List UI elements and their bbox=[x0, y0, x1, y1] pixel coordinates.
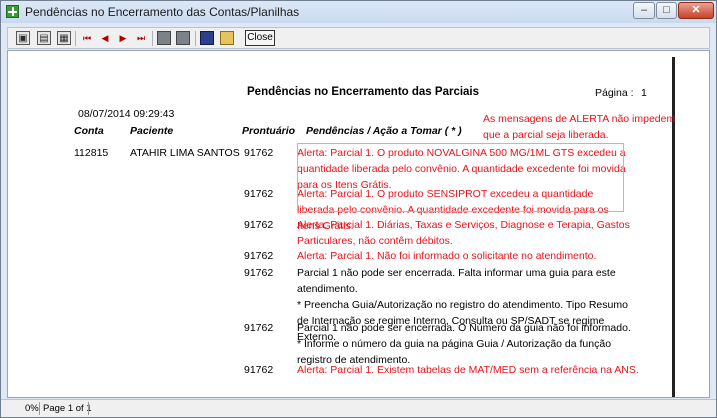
maximize-button[interactable]: □ bbox=[656, 2, 677, 19]
page-width-icon[interactable]: ▤ bbox=[37, 31, 51, 45]
app-icon bbox=[6, 5, 19, 18]
status-bar: 0% Page 1 of 1 bbox=[1, 399, 716, 417]
pendencia-text: Alerta: Parcial 1. Não foi informado o s… bbox=[297, 250, 597, 262]
previous-page-icon[interactable]: ◀ bbox=[98, 31, 112, 45]
report-datetime: 08/07/2014 09:29:43 bbox=[78, 108, 175, 120]
status-separator bbox=[39, 402, 40, 415]
prontuario-value: 91762 bbox=[244, 219, 274, 231]
minimize-icon: – bbox=[640, 4, 648, 16]
column-paciente: Paciente bbox=[130, 125, 174, 137]
one-page-icon[interactable]: ▣ bbox=[16, 31, 30, 45]
page-status: Page 1 of 1 bbox=[43, 403, 92, 414]
page-edge bbox=[672, 57, 675, 397]
column-prontuario: Prontuário bbox=[242, 125, 296, 137]
first-page-icon[interactable]: ⏮ bbox=[80, 31, 94, 45]
pendencia-text: Parcial 1 não pode ser encerrada. Falta … bbox=[297, 267, 616, 295]
prontuario-value: 91762 bbox=[244, 188, 274, 200]
paciente-value: ATAHIR LIMA SANTOS bbox=[130, 147, 240, 159]
print-setup-icon[interactable] bbox=[157, 31, 171, 45]
prontuario-value: 91762 bbox=[244, 322, 274, 334]
conta-value: 112815 bbox=[74, 147, 109, 159]
page-number: 1 bbox=[641, 87, 647, 99]
prontuario-value: 91762 bbox=[244, 250, 274, 262]
status-separator bbox=[88, 402, 89, 415]
window-close-icon: ✕ bbox=[691, 4, 701, 16]
save-icon[interactable] bbox=[200, 31, 214, 45]
toolbar-separator bbox=[195, 31, 196, 46]
alert-highlight-box bbox=[297, 143, 624, 212]
prontuario-value: 91762 bbox=[244, 364, 274, 376]
close-button[interactable]: Close bbox=[245, 30, 275, 46]
window-title: Pendências no Encerramento das Contas/Pl… bbox=[25, 5, 300, 19]
column-pendencias: Pendências / Ação a Tomar ( * ) bbox=[306, 125, 462, 137]
report-preview[interactable]: Pendências no Encerramento das Parciais … bbox=[7, 50, 710, 398]
prontuario-value: 91762 bbox=[244, 267, 274, 279]
title-bar[interactable]: Pendências no Encerramento das Contas/Pl… bbox=[1, 1, 716, 23]
pendencia-text: Alerta: Parcial 1. Diárias, Taxas e Serv… bbox=[297, 219, 630, 247]
report-window: Pendências no Encerramento das Contas/Pl… bbox=[0, 0, 717, 418]
maximize-icon: □ bbox=[663, 4, 670, 16]
next-page-icon[interactable]: ▶ bbox=[116, 31, 130, 45]
zoom-status: 0% bbox=[25, 403, 39, 414]
minimize-button[interactable]: – bbox=[633, 2, 655, 19]
toolbar-separator bbox=[75, 31, 76, 46]
alert-annotation: As mensagens de ALERTA não impedem que a… bbox=[483, 113, 676, 141]
pendencia-text: Parcial 1 não pode ser encerrada. O Núme… bbox=[297, 322, 631, 334]
last-page-icon[interactable]: ⏭ bbox=[134, 31, 148, 45]
open-icon[interactable] bbox=[220, 31, 234, 45]
window-close-button[interactable]: ✕ bbox=[678, 2, 714, 19]
prontuario-value: 91762 bbox=[244, 147, 274, 159]
toolbar-separator bbox=[152, 31, 153, 46]
print-icon[interactable] bbox=[176, 31, 190, 45]
pendencia-text: Alerta: Parcial 1. Existem tabelas de MA… bbox=[297, 364, 639, 376]
report-title: Pendências no Encerramento das Parciais bbox=[247, 86, 480, 98]
page-label: Página : bbox=[595, 87, 634, 99]
zoom-icon[interactable]: ▦ bbox=[57, 31, 71, 45]
column-conta: Conta bbox=[74, 125, 104, 137]
toolbar: ▣ ▤ ▦ ⏮ ◀ ▶ ⏭ Close bbox=[7, 27, 710, 49]
